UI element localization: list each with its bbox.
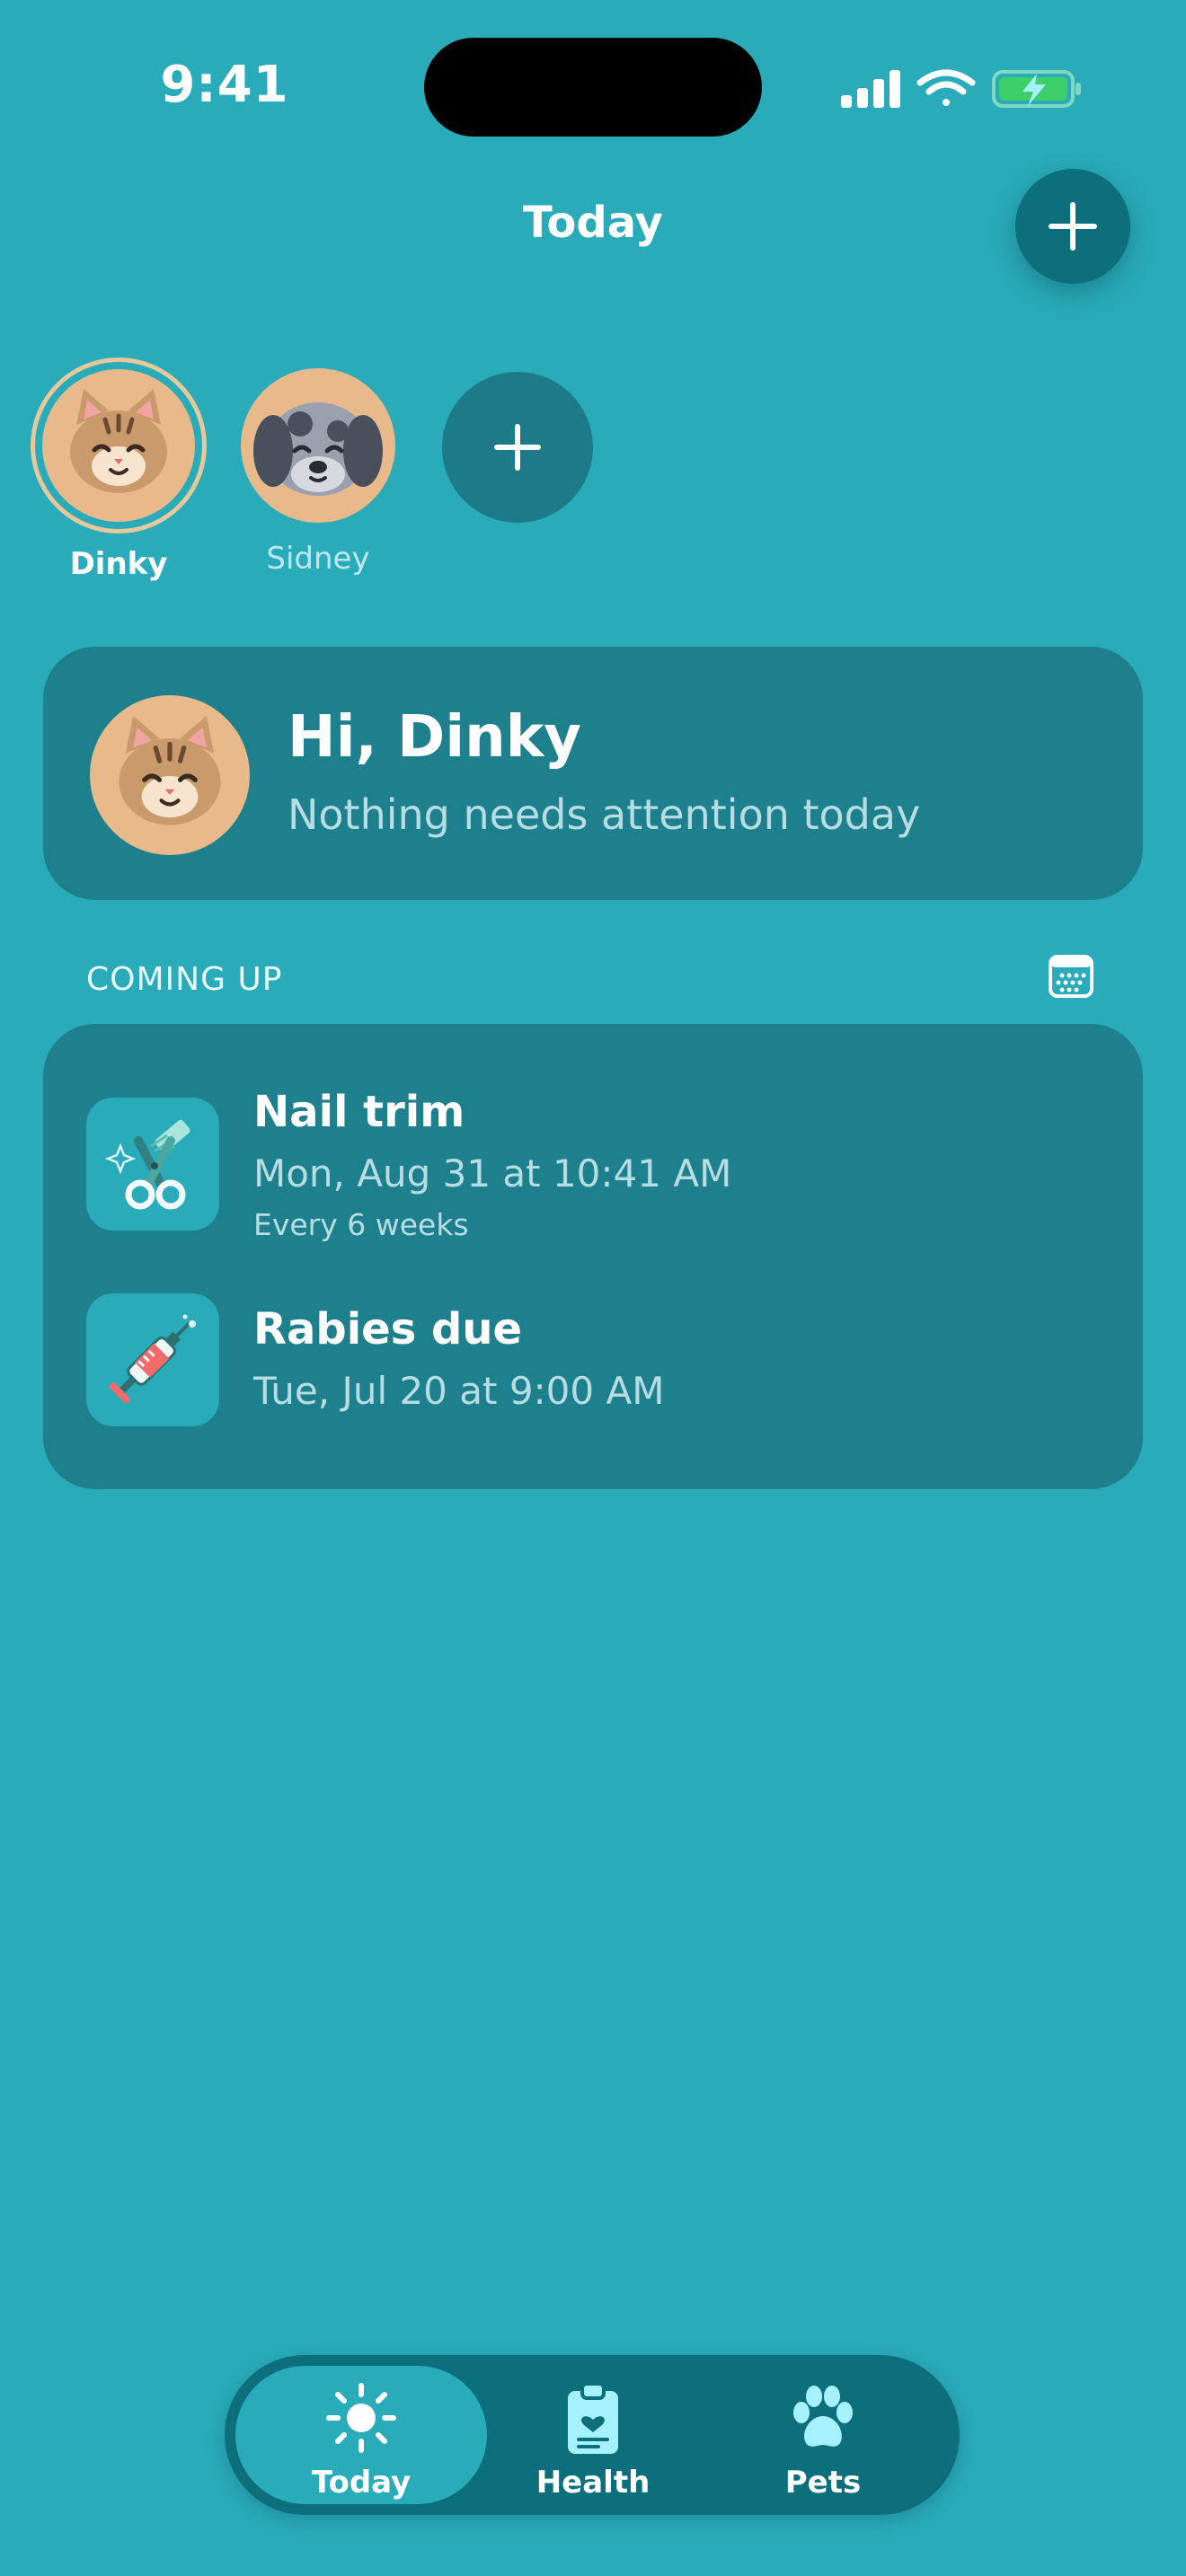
greeting-subtitle: Nothing needs attention today: [288, 790, 921, 839]
cat-avatar-icon: [90, 695, 250, 855]
tab-pets[interactable]: Pets: [724, 2380, 922, 2501]
tab-health[interactable]: Health: [494, 2380, 692, 2501]
event-datetime: Tue, Jul 20 at 9:00 AM: [253, 1369, 665, 1413]
pet-avatar-ring: [31, 357, 207, 534]
plus-icon: [494, 424, 541, 471]
event-item-rabies-due[interactable]: [86, 1293, 219, 1426]
cat-avatar-icon: [42, 369, 195, 522]
syringe-icon: [86, 1293, 219, 1426]
grooming-scissors-icon: [86, 1098, 219, 1231]
plus-icon: [1049, 202, 1097, 251]
wifi-icon: [916, 69, 976, 106]
pet-selector-sidney[interactable]: Sidney: [241, 368, 395, 577]
status-icons: [839, 66, 1084, 110]
add-pet-button[interactable]: [442, 372, 593, 523]
add-button[interactable]: [1015, 169, 1130, 284]
tab-label: Pets: [784, 2465, 862, 2501]
section-label: COMING UP: [86, 961, 283, 998]
event-title: Rabies due: [253, 1304, 523, 1354]
event-item-nail-trim[interactable]: [86, 1098, 219, 1231]
clipboard-icon: [568, 2382, 618, 2454]
pet-name: Dinky: [69, 546, 168, 582]
calendar-icon[interactable]: [1048, 954, 1094, 999]
sun-icon: [326, 2383, 396, 2453]
pet-selector-dinky[interactable]: Dinky: [31, 357, 207, 582]
tab-label: Health: [535, 2465, 651, 2501]
pet-name: Sidney: [266, 541, 370, 577]
dynamic-island: [424, 38, 762, 137]
tab-today[interactable]: Today: [262, 2380, 460, 2501]
dog-avatar-icon: [241, 368, 395, 523]
status-time: 9:41: [160, 56, 289, 114]
cellular-signal-icon: [841, 70, 900, 108]
tab-label: Today: [311, 2465, 412, 2501]
greeting-title: Hi, Dinky: [288, 704, 581, 771]
page-title: Today: [523, 198, 663, 248]
event-repeat: Every 6 weeks: [253, 1207, 469, 1242]
event-title: Nail trim: [253, 1087, 465, 1137]
battery-charging-icon: [992, 70, 1081, 108]
paw-icon: [793, 2386, 853, 2447]
event-datetime: Mon, Aug 31 at 10:41 AM: [253, 1151, 732, 1195]
